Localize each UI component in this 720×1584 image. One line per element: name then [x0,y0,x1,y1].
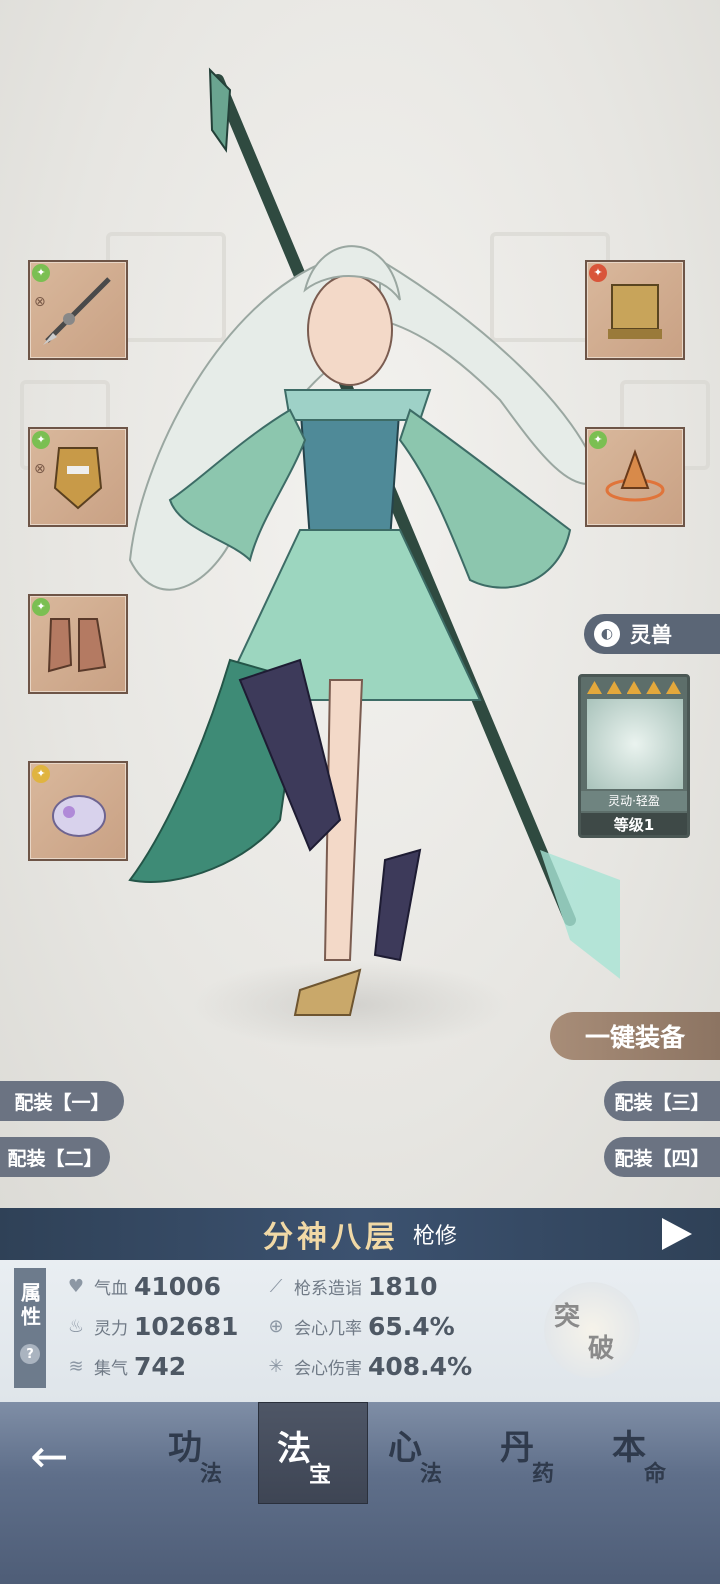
element-badge-icon: ✦ [32,264,50,282]
attribute-label[interactable]: 属性 ? [14,1268,46,1388]
beast-star-rating [587,681,681,694]
loadout-two-button[interactable]: 配装【二】 [0,1137,110,1177]
attribute-label-text: 属性 [17,1282,42,1330]
target-icon: ⊕ [268,1315,284,1337]
one-key-equip-button[interactable]: 一键装备 [550,1012,720,1060]
stat-value: 65.4% [368,1312,455,1341]
equip-slot-crown[interactable]: ✦ [585,427,685,527]
loadout-three-button[interactable]: 配装【三】 [604,1081,720,1121]
loadout-four-button[interactable]: 配装【四】 [604,1137,720,1177]
wind-icon: ≋ [68,1355,84,1377]
tab-big-char: 丹 [500,1428,534,1468]
pendant-icon [52,795,106,837]
bind-icon: ⊗ [34,294,46,310]
equip-slot-weapon[interactable]: ✦ ⊗ [28,260,128,360]
loadout-one-button[interactable]: 配装【一】 [0,1081,124,1121]
tab-small-char: 宝 [309,1462,332,1488]
equip-slot-pendant[interactable]: ✦ [28,761,128,861]
spear-stat-icon: ⟋ [269,1275,283,1297]
crown-icon [605,449,665,502]
armor-icon [53,447,103,510]
tab-treasures[interactable]: 法 宝 [258,1402,368,1504]
spirit-beast-tab-label: 灵兽 [630,623,672,647]
tab-small-char: 药 [532,1461,555,1487]
spirit-beast-card[interactable]: 灵动·轻盈 等级1 [578,674,690,838]
stat-spirit: ♨ 灵力 102681 [64,1312,238,1341]
tab-big-char: 本 [612,1428,646,1468]
breakthrough-char-2: 破 [588,1334,615,1364]
tab-natal[interactable]: 本 命 [594,1402,704,1504]
stat-label: 会心伤害 [294,1359,362,1379]
stat-value: 102681 [134,1312,239,1341]
element-badge-icon: ✦ [32,431,50,449]
boots-icon [47,618,107,673]
stat-crit-damage: ✳ 会心伤害 408.4% [264,1352,472,1381]
element-badge-icon: ✦ [589,264,607,282]
equip-slot-boots[interactable]: ✦ [28,594,128,694]
stat-hp: ♥ 气血 41006 [64,1272,221,1301]
tab-small-char: 命 [644,1461,667,1487]
tab-big-char: 功 [168,1428,202,1468]
spear-icon [43,277,111,345]
heart-icon: ♥ [67,1275,85,1297]
stat-label: 集气 [94,1359,128,1379]
stat-label: 会心几率 [294,1319,362,1339]
stat-label: 气血 [94,1279,128,1299]
element-badge-icon: ✦ [32,598,50,616]
stat-value: 742 [134,1352,187,1381]
bottom-nav: ← 功 法 法 宝 心 法 丹 药 本 命 [0,1402,720,1584]
tab-small-char: 法 [420,1461,443,1487]
stat-value: 408.4% [368,1352,473,1381]
stat-qi: ≋ 集气 742 [64,1352,186,1381]
flame-icon: ♨ [67,1315,85,1337]
character-scene: ✦ ⊗ ✦ ⊗ ✦ ✦ ✦ ✦ ◐ 灵兽 灵动·轻盈 等级1 一键装备 配装【一… [0,0,720,1220]
beast-portrait [587,699,683,789]
element-badge-icon: ✦ [32,765,50,783]
equip-slot-armor[interactable]: ✦ ⊗ [28,427,128,527]
breakthrough-char-1: 突 [554,1302,581,1332]
tab-small-char: 法 [200,1461,223,1487]
bind-icon: ⊗ [34,461,46,477]
stat-spear-mastery: ⟋ 枪系造诣 1810 [264,1272,438,1301]
star-icon [646,681,662,694]
stat-label: 灵力 [94,1319,128,1339]
class-title: 枪修 [412,1224,457,1249]
breakthrough-button[interactable]: 突 破 [544,1282,640,1378]
spirit-beast-tab[interactable]: ◐ 灵兽 [584,614,720,654]
equip-slot-seal[interactable]: ✦ [585,260,685,360]
element-badge-icon: ✦ [589,431,607,449]
burst-icon: ✳ [268,1355,284,1377]
back-arrow-icon[interactable]: ← [30,1432,90,1480]
realm-title: 分神八层 [262,1220,399,1255]
star-icon [587,681,602,694]
tab-big-char: 心 [388,1428,422,1468]
tab-pills[interactable]: 丹 药 [482,1402,592,1504]
beast-icon: ◐ [594,621,620,647]
tab-big-char: 法 [277,1429,311,1469]
star-icon [626,681,642,694]
next-arrow-icon[interactable] [662,1218,692,1250]
help-icon[interactable]: ? [20,1344,40,1364]
stat-value: 1810 [368,1272,438,1301]
character-illustration[interactable] [100,60,620,1040]
seal-icon [608,284,662,339]
star-icon [606,681,622,694]
star-icon [666,681,681,694]
stat-crit-rate: ⊕ 会心几率 65.4% [264,1312,455,1341]
tab-mind-methods[interactable]: 心 法 [370,1402,480,1504]
beast-level: 等级1 [581,813,687,835]
beast-name: 灵动·轻盈 [581,791,687,811]
realm-title-bar: 分神八层 枪修 [0,1208,720,1260]
stat-label: 枪系造诣 [294,1279,362,1299]
stat-value: 41006 [134,1272,221,1301]
attribute-panel: 属性 ? ♥ 气血 41006 ♨ 灵力 102681 ≋ 集气 742 ⟋ 枪… [0,1260,720,1402]
tab-skills[interactable]: 功 法 [150,1402,260,1504]
